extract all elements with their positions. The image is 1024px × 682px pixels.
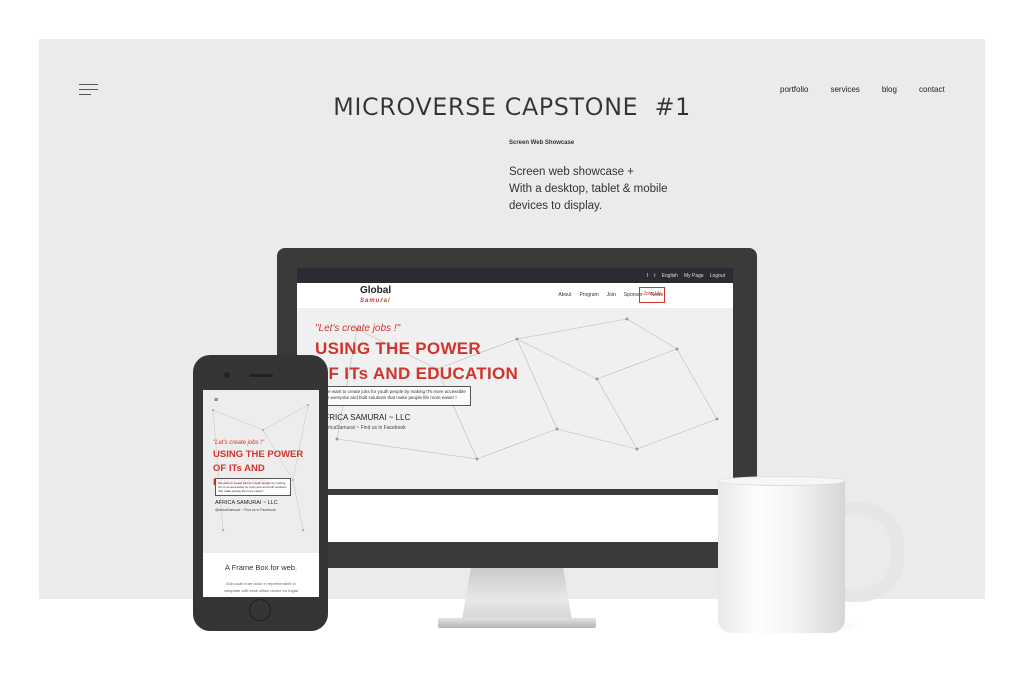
nav-services[interactable]: services [830,85,859,94]
nav-blog[interactable]: blog [882,85,897,94]
logo-sub: Samurai [360,298,391,304]
mug-rim [718,476,845,486]
description-line-2: With a desktop, tablet & mobile [509,183,668,195]
desktop-divider [297,489,733,495]
facebook-icon[interactable]: f [647,273,648,279]
desktop-topbar: f t English My Page Logout [297,268,733,283]
frame-box-text: Duis aute irure dolor in reprehenderit i… [213,580,309,594]
site-nav-about[interactable]: About [558,292,571,298]
company-name: AFRICA SAMURAI ~ LLC [319,413,411,422]
nav-contact[interactable]: contact [919,85,945,94]
top-navigation: portfolio services blog contact [780,85,945,94]
mobile-screen: ≡ "Let's create jobs !" USING THE POWER … [203,390,319,597]
section-eyebrow: Screen Web Showcase [509,140,575,146]
mobile-facebook-link[interactable]: @africaSamurai ~ Find us in Facebook [215,508,276,512]
showcase-stage: portfolio services blog contact MICROVER… [0,0,1024,682]
mobile-company-name: AFRICA SAMURAI ~ LLC [215,500,278,506]
mobile-hero-quote: "Let's create jobs !" [213,440,265,446]
site-nav-join[interactable]: Join [607,292,616,298]
frame-text-line-2: voluptate velit esse cillum dolore eu fu… [223,588,299,593]
menu-icon[interactable] [79,84,98,96]
join-us-button[interactable]: Join Us [639,287,665,303]
hero-description-box: We want to create jobs for youth people … [319,386,471,406]
page-title: MICROVERSE CAPSTONE #1 [333,93,691,121]
mobile-description-box: We want to create jobs for youth people … [215,478,291,496]
desktop-hero: "Let's create jobs !" USING THE POWER OF… [297,309,733,489]
hero-quote: "Let's create jobs !" [315,323,401,334]
description-line-3: devices to display. [509,200,603,212]
logo-main: Global [360,285,392,296]
site-nav-program[interactable]: Program [579,292,598,298]
hero-headline-line-2: OF ITs AND EDUCATION [315,364,519,383]
hero-headline-line-1: USING THE POWER [315,339,482,358]
frame-text-line-1: Duis aute irure dolor in reprehenderit i… [226,581,296,586]
home-button[interactable] [249,599,271,621]
desktop-site-header: Global Samurai About Program Join Sponso… [297,283,733,309]
section-description: Screen web showcase + With a desktop, ta… [509,164,709,215]
twitter-icon[interactable]: t [654,273,655,279]
hero-box-line-2: for everyone and built solutions that ma… [324,395,457,400]
speaker-icon [249,374,273,377]
camera-icon [224,372,230,378]
mobile-hero: ≡ "Let's create jobs !" USING THE POWER … [203,390,319,553]
topbar-english[interactable]: English [662,273,678,279]
coffee-mug [718,480,845,633]
desktop-screen: f t English My Page Logout Global Samura… [297,268,733,542]
mobile-menu-icon[interactable]: ≡ [214,397,218,404]
facebook-link[interactable]: @africaSamurai ~ Find us in Facebook [319,425,406,431]
monitor-base [438,618,596,628]
nav-portfolio[interactable]: portfolio [780,85,808,94]
mobile-headline-line-1: USING THE POWER [213,449,304,460]
frame-box-title: A Frame Box for web. [224,563,298,572]
site-logo[interactable]: Global Samurai [360,285,391,307]
topbar-logout[interactable]: Logout [710,273,725,279]
hero-headline: USING THE POWER OF ITs AND EDUCATION [315,336,518,386]
topbar-my-page[interactable]: My Page [684,273,704,279]
description-line-1: Screen web showcase + [509,166,634,178]
monitor-stand [462,568,572,620]
